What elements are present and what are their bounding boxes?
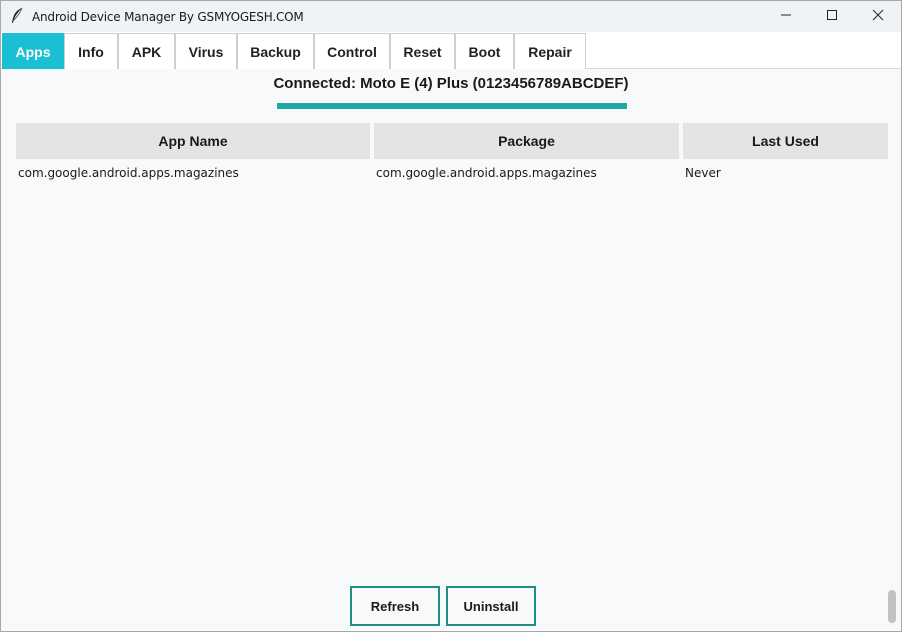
cell-last-used: Never	[685, 166, 721, 180]
tab-bar: Apps Info APK Virus Backup Control Reset…	[1, 32, 901, 69]
tab-reset[interactable]: Reset	[390, 33, 455, 69]
tab-info[interactable]: Info	[64, 33, 118, 69]
progress-fill	[277, 103, 627, 109]
scrollbar-thumb[interactable]	[888, 590, 896, 623]
title-bar[interactable]: Android Device Manager By GSMYOGESH.COM	[1, 1, 901, 32]
window-title: Android Device Manager By GSMYOGESH.COM	[32, 10, 304, 24]
close-icon	[872, 8, 884, 26]
minimize-icon	[780, 8, 792, 26]
tab-repair[interactable]: Repair	[514, 33, 586, 69]
tab-boot[interactable]: Boot	[455, 33, 514, 69]
maximize-button[interactable]	[809, 1, 855, 32]
maximize-icon	[826, 8, 838, 26]
column-header-last-used[interactable]: Last Used	[683, 123, 888, 159]
app-window: Android Device Manager By GSMYOGESH.COM …	[0, 0, 902, 632]
minimize-button[interactable]	[763, 1, 809, 32]
refresh-button[interactable]: Refresh	[350, 586, 440, 626]
tab-control[interactable]: Control	[314, 33, 390, 69]
connection-status: Connected: Moto E (4) Plus (0123456789AB…	[273, 75, 629, 92]
close-button[interactable]	[855, 1, 901, 32]
uninstall-button[interactable]: Uninstall	[446, 586, 536, 626]
cell-package: com.google.android.apps.magazines	[376, 166, 597, 180]
tab-apps[interactable]: Apps	[2, 33, 64, 69]
cell-app-name: com.google.android.apps.magazines	[18, 166, 239, 180]
connection-progress-bar	[277, 103, 627, 109]
tab-apk[interactable]: APK	[118, 33, 175, 69]
tab-virus[interactable]: Virus	[175, 33, 237, 69]
tab-backup[interactable]: Backup	[237, 33, 314, 69]
column-header-package[interactable]: Package	[374, 123, 679, 159]
column-header-app-name[interactable]: App Name	[16, 123, 370, 159]
feather-icon	[10, 7, 24, 25]
